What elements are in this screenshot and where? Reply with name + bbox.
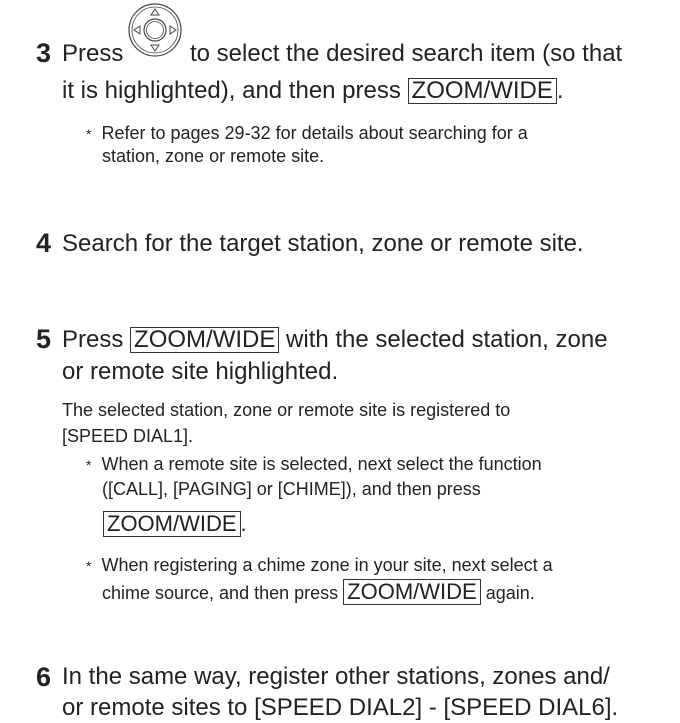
step-5-note-2-line-1: When registering a chime zone in your si…: [101, 555, 553, 575]
step-5-note-2-line-2-pre: chime source, and then press: [102, 583, 339, 603]
step-5-note-2-line-2-post: again.: [485, 583, 535, 603]
step-6-line-2: or remote sites to [SPEED DIAL2] - [SPEE…: [62, 694, 619, 721]
step-4-text: Search for the target station, zone or r…: [62, 230, 584, 257]
step-5-line-2: or remote site highlighted.: [62, 358, 339, 385]
step-5-result-line-1: The selected station, zone or remote sit…: [62, 400, 511, 420]
step-3-note-line-2: station, zone or remote site.: [102, 146, 325, 166]
step-5-line-1: Press ZOOM/WIDE with the selected statio…: [62, 325, 608, 355]
step-5-number: 5: [36, 324, 52, 354]
step-5-press-label: Press: [62, 326, 124, 353]
zoom-wide-key: ZOOM/WIDE: [130, 327, 280, 353]
step-3-line-2: it is highlighted), and then press ZOOM/…: [62, 76, 564, 106]
step-4-number: 4: [36, 228, 52, 258]
step-3-line-2-text: it is highlighted), and then press: [62, 77, 401, 104]
zoom-wide-key: ZOOM/WIDE: [343, 579, 481, 605]
zoom-wide-key: ZOOM/WIDE: [103, 511, 241, 537]
step-5-note-2: * When registering a chime zone in your …: [86, 552, 553, 606]
note-asterisk: *: [86, 457, 92, 473]
step-6-line-1: In the same way, register other stations…: [62, 663, 610, 690]
step-5-result-line-2: [SPEED DIAL1].: [62, 426, 194, 446]
step-3-line-1: to select the desired search item (so th…: [190, 40, 623, 67]
step-5-note-1-line-2: ([CALL], [PAGING] or [CHIME]), and then …: [102, 479, 481, 499]
step-5-note-1: * When a remote site is selected, next s…: [86, 452, 542, 501]
step-6-number: 6: [36, 662, 52, 692]
step-3-period: .: [556, 77, 564, 104]
step-5-result: The selected station, zone or remote sit…: [62, 397, 510, 449]
step-3-note: * Refer to pages 29-32 for details about…: [86, 122, 528, 167]
step-5-note-1-line-1: When a remote site is selected, next sel…: [101, 454, 542, 474]
step-5-line-1-rest: with the selected station, zone: [286, 326, 608, 353]
note-asterisk: *: [86, 126, 92, 142]
step-5-note-1-period: .: [240, 511, 247, 536]
zoom-wide-key: ZOOM/WIDE: [407, 78, 557, 104]
step-3-number: 3: [36, 38, 52, 68]
note-asterisk: *: [86, 558, 92, 574]
step-3-note-line-1: Refer to pages 29-32 for details about s…: [101, 123, 528, 143]
step-3-press-label: Press: [62, 40, 124, 67]
directional-pad-icon: [128, 3, 182, 57]
step-5-note-1-key-line: ZOOM/WIDE.: [103, 511, 247, 537]
